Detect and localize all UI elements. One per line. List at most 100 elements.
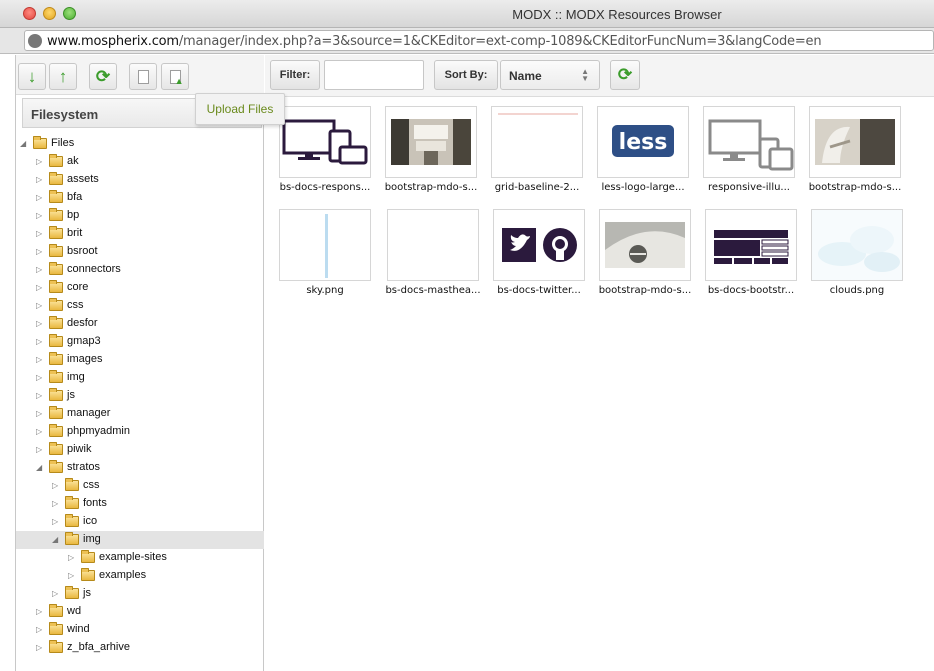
folder-icon [49,172,63,185]
file-thumbnail[interactable] [705,209,797,281]
tree-node-label: ico [83,515,98,527]
expand-arrow-icon[interactable]: ▷ [36,157,44,166]
expand-arrow-icon[interactable]: ▷ [36,427,44,436]
tree-node-label: bsroot [67,245,98,257]
url-text[interactable]: www.mospherix.com/manager/index.php?a=3&… [47,34,822,49]
folder-icon [49,640,63,653]
file-name: grid-baseline-2... [494,182,580,193]
refresh-tree-button[interactable]: ⟳ [89,63,117,90]
file-thumbnail[interactable] [811,209,903,281]
file-thumbnail[interactable] [385,106,477,178]
tree-node[interactable]: ▷ example-sites [16,549,264,567]
expand-arrow-icon[interactable]: ▷ [36,373,44,382]
tree-node[interactable]: ◢ Files [16,135,264,153]
expand-arrow-icon[interactable]: ▷ [36,391,44,400]
folder-icon [65,532,79,545]
folder-icon [49,622,63,635]
expand-arrow-icon[interactable]: ▷ [36,247,44,256]
tree-node[interactable]: ▷ bfa [16,189,264,207]
tree-node-label: gmap3 [67,335,101,347]
tree-node[interactable]: ▷ images [16,351,264,369]
folder-icon [49,154,63,167]
tree-node-label: wind [67,623,90,635]
tree-node-label: manager [67,407,111,419]
collapse-all-button[interactable]: ↑ [49,63,77,90]
expand-arrow-icon[interactable]: ▷ [36,301,44,310]
tree-node[interactable]: ▷ core [16,279,264,297]
address-bar: www.mospherix.com/manager/index.php?a=3&… [0,28,934,54]
tree-node[interactable]: ▷ piwik [16,441,264,459]
expand-arrow-icon[interactable]: ▷ [36,355,44,364]
tree-node[interactable]: ▷ phpmyadmin [16,423,264,441]
tree-node[interactable]: ▷ wd [16,603,264,621]
file-thumbnail[interactable] [493,209,585,281]
tree-node[interactable]: ▷ bp [16,207,264,225]
expand-all-button[interactable]: ↓ [18,63,46,90]
tree-node[interactable]: ▷ css [16,477,264,495]
tree-node[interactable]: ▷ js [16,387,264,405]
tree-node[interactable]: ▷ gmap3 [16,333,264,351]
file-thumbnail[interactable] [599,209,691,281]
new-file-button[interactable] [129,63,157,90]
filter-input[interactable] [324,60,424,90]
arrow-up-icon: ↑ [58,67,68,86]
expand-arrow-icon[interactable]: ▷ [52,517,60,526]
collapse-arrow-icon[interactable]: ◢ [36,463,44,472]
svg-text:less: less [619,130,668,155]
tree-node[interactable]: ▷ ico [16,513,264,531]
file-thumbnail[interactable] [809,106,901,178]
file-thumbnail[interactable] [703,106,795,178]
tree-node[interactable]: ▷ assets [16,171,264,189]
tree-node[interactable]: ▷ connectors [16,261,264,279]
expand-arrow-icon[interactable]: ▷ [52,499,60,508]
collapse-arrow-icon[interactable]: ◢ [52,535,60,544]
tree-node[interactable]: ▷ ak [16,153,264,171]
expand-arrow-icon[interactable]: ▷ [68,571,76,580]
url-field[interactable]: www.mospherix.com/manager/index.php?a=3&… [24,30,934,51]
tree-node[interactable]: ◢ stratos [16,459,264,477]
tree-node[interactable]: ▷ examples [16,567,264,585]
file-thumbnail[interactable] [279,106,371,178]
expand-arrow-icon[interactable]: ▷ [36,409,44,418]
expand-arrow-icon[interactable]: ▷ [36,607,44,616]
tree-node[interactable]: ▷ bsroot [16,243,264,261]
folder-icon [65,478,79,491]
expand-arrow-icon[interactable]: ▷ [36,265,44,274]
tree-node[interactable]: ▷ wind [16,621,264,639]
title-bar[interactable]: MODX :: MODX Resources Browser [0,0,934,28]
tree-node[interactable]: ▷ css [16,297,264,315]
expand-arrow-icon[interactable]: ▷ [36,193,44,202]
tree-node-label: js [67,389,75,401]
expand-arrow-icon[interactable]: ▷ [36,337,44,346]
folder-icon [49,424,63,437]
tree-node[interactable]: ▷ desfor [16,315,264,333]
file-thumbnail[interactable] [491,106,583,178]
expand-arrow-icon[interactable]: ▷ [36,283,44,292]
file-thumbnail[interactable] [279,209,371,281]
tree-node[interactable]: ▷ manager [16,405,264,423]
upload-files-button[interactable]: ▲ [161,63,189,90]
tree-node[interactable]: ▷ brit [16,225,264,243]
refresh-files-button[interactable]: ⟳ [610,60,640,90]
expand-arrow-icon[interactable]: ▷ [36,229,44,238]
tree-node[interactable]: ▷ z_bfa_arhive [16,639,264,657]
tree-node[interactable]: ◢ img [16,531,264,549]
globe-icon [28,34,42,48]
expand-arrow-icon[interactable]: ▷ [52,481,60,490]
file-thumbnail[interactable] [387,209,479,281]
file-name: bootstrap-mdo-s... [598,285,692,296]
expand-arrow-icon[interactable]: ▷ [36,643,44,652]
expand-arrow-icon[interactable]: ▷ [36,319,44,328]
sort-by-select[interactable]: Name ▲ ▼ [500,60,600,90]
collapse-arrow-icon[interactable]: ◢ [20,139,28,148]
tree-node[interactable]: ▷ fonts [16,495,264,513]
expand-arrow-icon[interactable]: ▷ [36,175,44,184]
expand-arrow-icon[interactable]: ▷ [36,445,44,454]
file-thumbnail[interactable]: less [597,106,689,178]
expand-arrow-icon[interactable]: ▷ [36,211,44,220]
tree-node[interactable]: ▷ js [16,585,264,603]
tree-node[interactable]: ▷ img [16,369,264,387]
expand-arrow-icon[interactable]: ▷ [36,625,44,634]
expand-arrow-icon[interactable]: ▷ [68,553,76,562]
expand-arrow-icon[interactable]: ▷ [52,589,60,598]
